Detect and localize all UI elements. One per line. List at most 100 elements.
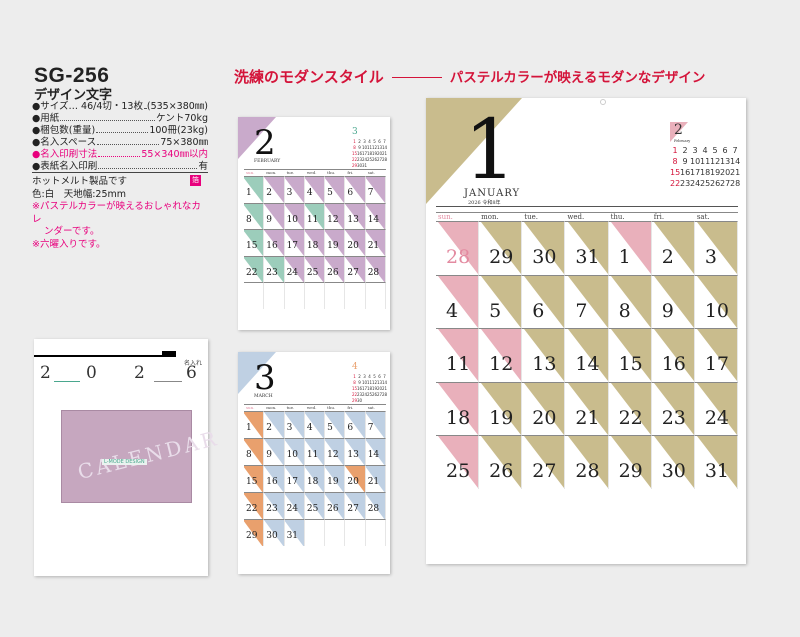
day-number: 10 [704, 299, 730, 322]
mini-day: 21 [730, 168, 741, 177]
day-cell: 2 [651, 221, 695, 275]
weekday-header: fri. [651, 212, 695, 221]
month-grid: sun. mon. tue. wed. thu. fri. sat. 1 2 3 4 5 6 7 8 9 10 1… [244, 169, 386, 309]
spec-row: ●サイズ… 46/4切・13枚 (535×380㎜) [32, 101, 208, 113]
day-triangle [653, 222, 694, 274]
day-cell: 6 [345, 176, 366, 203]
day-number: 29 [618, 460, 643, 482]
weekday-header: wed. [304, 404, 326, 411]
mini-day: 25 [700, 179, 711, 188]
day-cell: 17 [694, 328, 738, 382]
day-cell: 9 [651, 274, 695, 328]
day-number: 18 [446, 406, 471, 429]
weekday-header: fri. [345, 169, 366, 176]
weekday-header: thu. [325, 404, 346, 411]
cover-year-digit: 6 [186, 363, 197, 383]
spec-list: ●サイズ… 46/4切・13枚 (535×380㎜) ●用紙 ケント70kg ●梱包数(… [32, 101, 208, 173]
mini-month-number: 3 [352, 127, 358, 137]
day-number: 12 [327, 214, 339, 225]
day-number: 23 [266, 504, 278, 514]
next-month-mini: 3 1 2 3 4 5 6 7 8 9 10 11 12 13 14 15 16 17 18 19 20 21 22 23 2… [352, 127, 387, 168]
spec-row: ●梱包数(重量) 100冊(23kg) [32, 125, 208, 137]
month-number: 3 [254, 358, 276, 398]
day-number: 16 [661, 353, 686, 375]
day-cell: 20 [522, 381, 566, 435]
day-number: 26 [327, 504, 339, 514]
day-number: 6 [532, 299, 545, 322]
day-cell: 25 [436, 435, 480, 489]
month-name: FEBRUARY [254, 159, 281, 164]
mini-day: 2 [682, 146, 688, 155]
day-number: 2 [266, 188, 273, 198]
weekday-header: wed. [565, 212, 609, 221]
day-number: 7 [367, 188, 374, 198]
day-number: 26 [327, 267, 339, 278]
weekday-header: tue. [284, 404, 305, 411]
day-cell: 10 [694, 274, 738, 328]
mini-day: 13 [720, 157, 731, 166]
spec-value: 75×380㎜ [160, 137, 208, 148]
day-number: 3 [286, 423, 293, 433]
day-cell [345, 282, 366, 309]
day-cell: 27 [522, 435, 566, 489]
day-number: 19 [327, 477, 339, 487]
day-number: 31 [575, 246, 600, 268]
cover-year-digit: 0 [86, 363, 97, 383]
mini-day: 24 [690, 179, 701, 188]
day-number: 21 [575, 406, 600, 429]
mini-day: 26 [710, 179, 721, 188]
mini-day: 11 [700, 157, 711, 166]
mini-day: 6 [722, 146, 728, 155]
day-cell: 23 [651, 381, 695, 435]
day-number: 21 [367, 241, 380, 251]
day-cell: 21 [365, 465, 386, 492]
spec-leader [98, 161, 198, 169]
day-cell [284, 282, 305, 309]
cover-accent-line [54, 381, 80, 382]
headline-sub: パステルカラーが映えるモダンなデザイン [449, 70, 706, 86]
day-cell: 1 [244, 411, 265, 438]
day-number: 10 [286, 214, 299, 225]
day-number: 15 [246, 241, 258, 251]
headline-main: 洗練のモダンスタイル [234, 68, 384, 86]
binding-note: 色:白 天地幅:25mm [32, 188, 126, 200]
day-cell: 15 [244, 465, 265, 492]
mini-month-grid: 1 2 3 4 5 6 7 8 9 10 11 12 13 14 15 16 17 18 19 20 21 22 23 24 2… [670, 146, 740, 188]
day-number: 28 [367, 267, 380, 278]
mini-day: 23 [680, 179, 691, 188]
spec-value: 55×340㎜以内 [141, 149, 208, 160]
headline: 洗練のモダンスタイル パステルカラーが映えるモダンなデザイン [234, 66, 705, 87]
day-cell: 31 [694, 435, 738, 489]
day-cell: 16 [264, 229, 285, 256]
day-number: 11 [446, 353, 471, 375]
mini-day: 15 [670, 168, 681, 177]
day-cell: 25 [304, 492, 326, 519]
day-number: 9 [266, 214, 273, 225]
day-cell: 5 [325, 176, 346, 203]
spec-leader [98, 149, 141, 157]
weekday-header: mon. [264, 169, 285, 176]
mini-month-grid: 1 2 3 4 5 6 7 8 9 10 11 12 13 14 15 16 17 18 19 20 21 22 23 24 2… [352, 374, 387, 404]
headline-dash [391, 77, 442, 78]
day-cell: 11 [304, 202, 326, 229]
day-cell: 8 [244, 202, 265, 229]
weekday-header: tue. [284, 169, 305, 176]
day-cell: 12 [325, 438, 346, 465]
day-number: 8 [246, 450, 252, 460]
spec-leader [97, 137, 160, 145]
mini-day: 10 [690, 157, 701, 166]
day-cell [264, 282, 285, 309]
day-number: 25 [306, 504, 319, 514]
weekday-header: sun. [244, 404, 265, 411]
day-number: 7 [367, 423, 374, 433]
day-number: 29 [246, 531, 258, 541]
day-cell [244, 282, 265, 309]
day-number: 7 [575, 299, 588, 322]
mini-month-number: 2 [674, 122, 683, 138]
mini-day: 20 [720, 168, 731, 177]
day-number: 25 [306, 267, 319, 278]
day-cell: 19 [479, 381, 523, 435]
spec-leader [60, 113, 156, 121]
day-number: 3 [704, 246, 717, 268]
day-cell: 7 [365, 176, 386, 203]
